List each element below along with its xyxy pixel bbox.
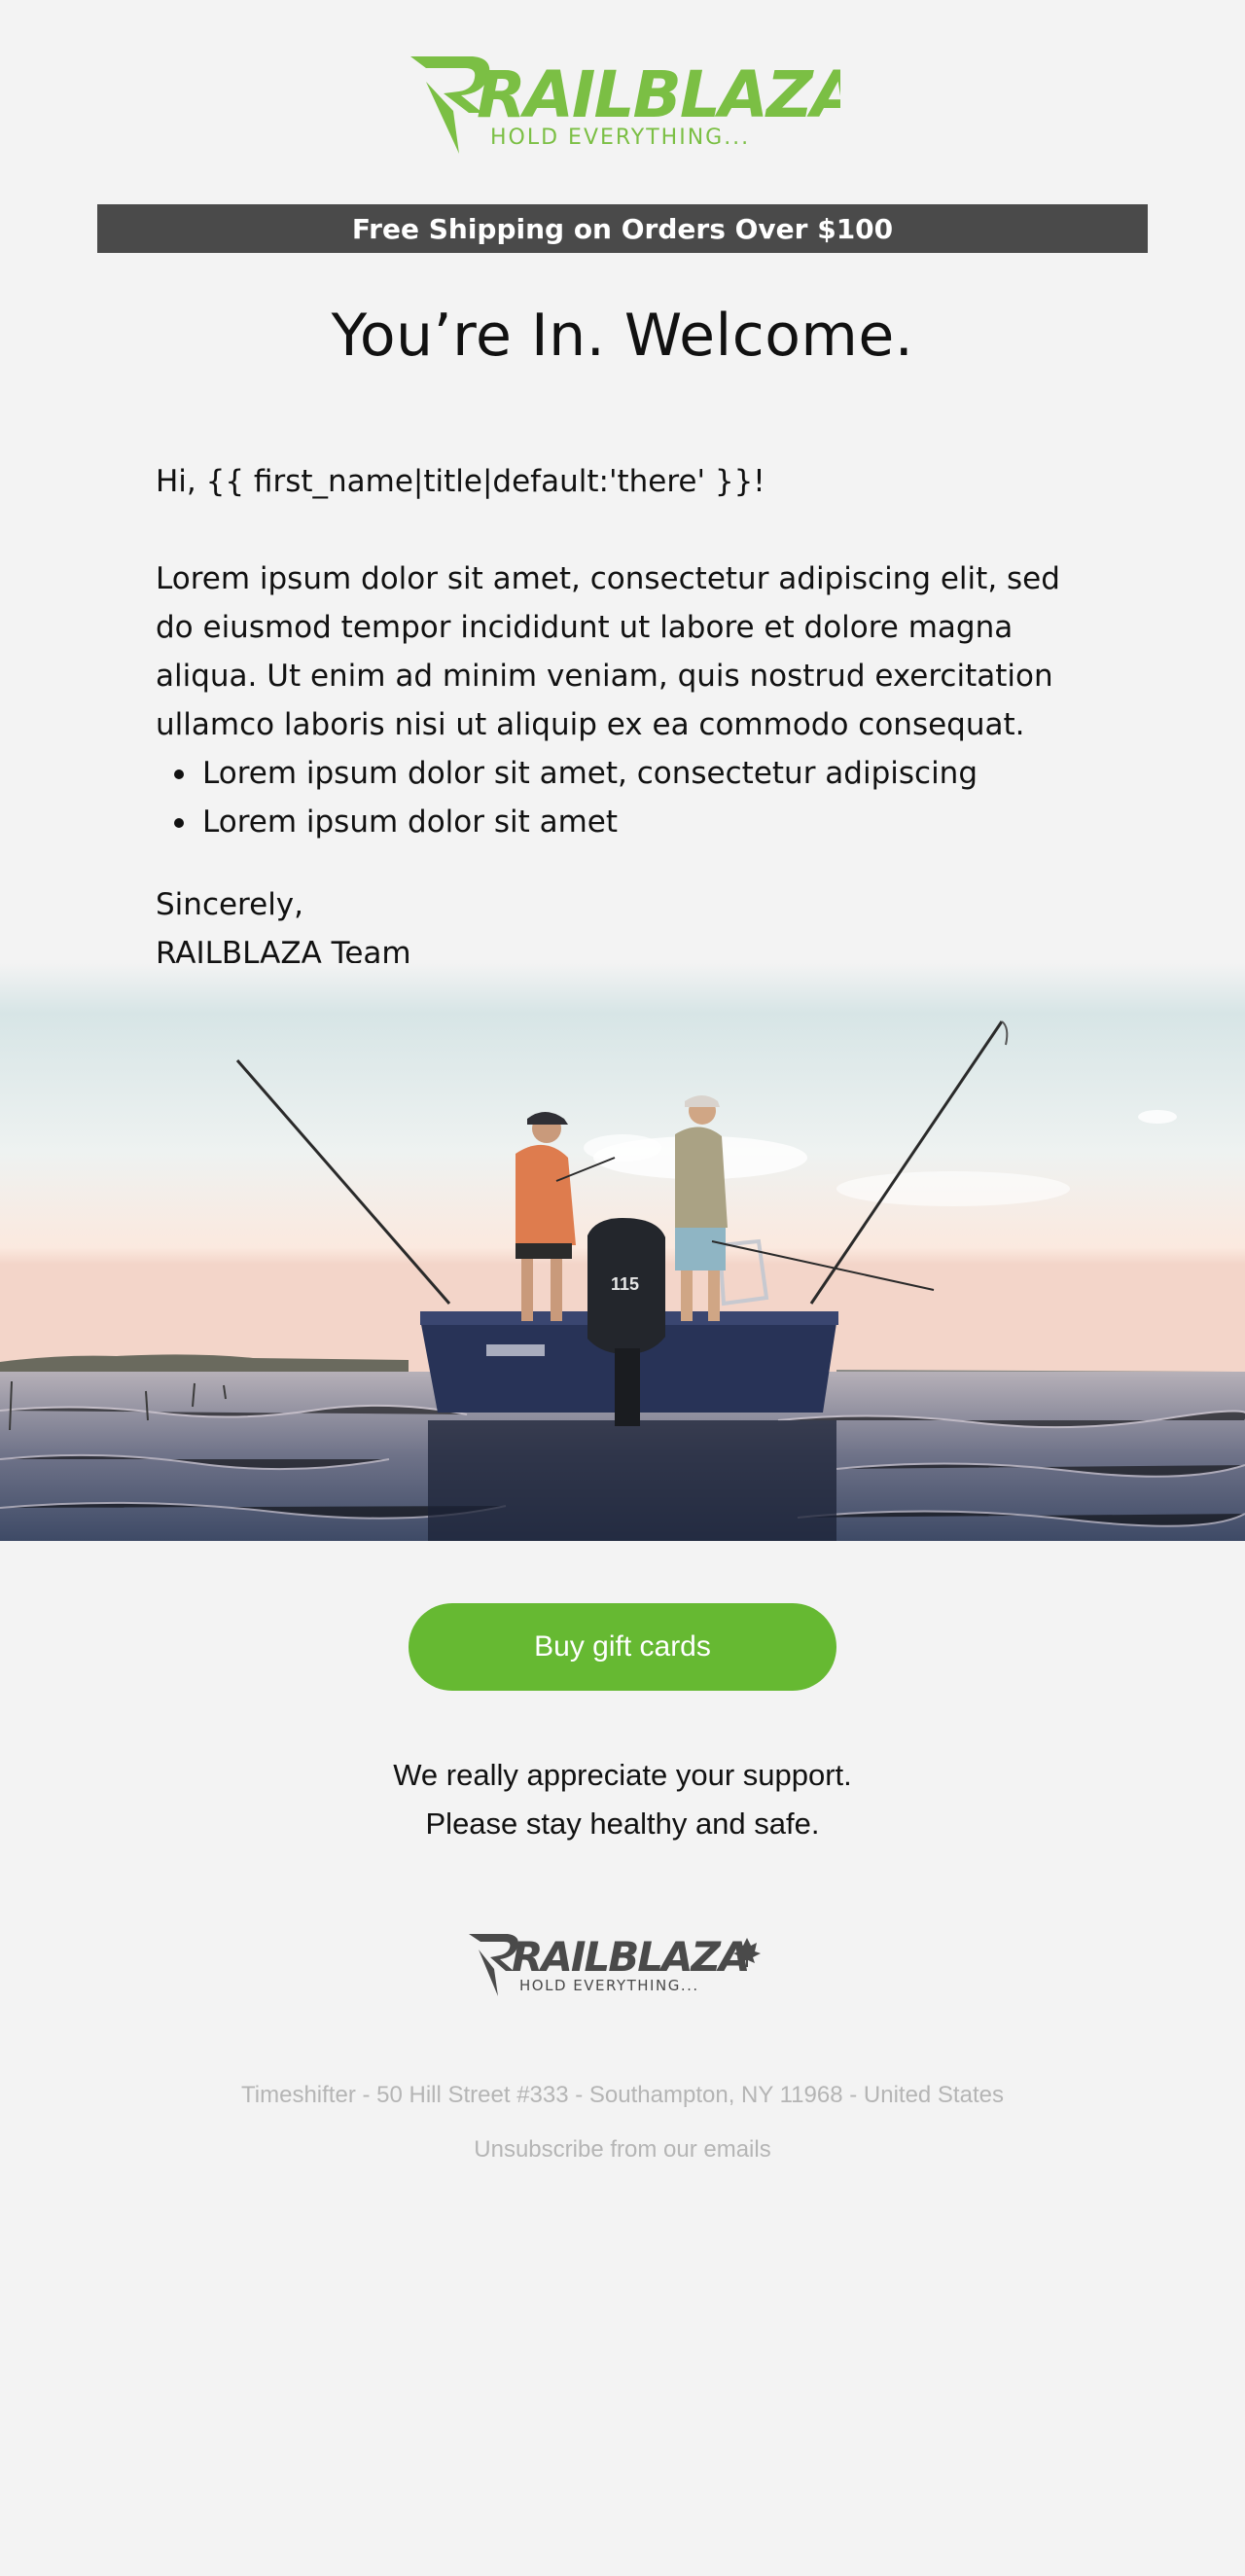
- intro-paragraph: Lorem ipsum dolor sit amet, consectetur …: [156, 561, 1060, 742]
- shipping-banner-text: Free Shipping on Orders Over $100: [351, 212, 894, 245]
- list-item: Lorem ipsum dolor sit amet, consectetur …: [156, 749, 1089, 798]
- signoff-line: Sincerely,: [156, 887, 304, 922]
- bullet-list: Lorem ipsum dolor sit amet, consectetur …: [156, 749, 1089, 846]
- support-line: Please stay healthy and safe.: [425, 1807, 820, 1841]
- list-item: Lorem ipsum dolor sit amet: [156, 798, 1089, 846]
- buy-gift-cards-button[interactable]: Buy gift cards: [409, 1603, 836, 1691]
- svg-text:RAILBLAZA: RAILBLAZA: [512, 1933, 748, 1981]
- svg-text:HOLD EVERYTHING...: HOLD EVERYTHING...: [490, 125, 750, 150]
- email-body: Hi, {{ first_name|title|default:'there' …: [156, 457, 1089, 978]
- railblaza-logo[interactable]: RAILBLAZA HOLD EVERYTHING...: [405, 49, 840, 169]
- support-message: We really appreciate your support. Pleas…: [0, 1751, 1245, 1848]
- unsubscribe-link[interactable]: Unsubscribe from our emails: [0, 2136, 1245, 2164]
- footer-logo[interactable]: RAILBLAZA HOLD EVERYTHING...: [465, 1928, 780, 2004]
- svg-text:115: 115: [611, 1274, 639, 1294]
- company-address: Timeshifter - 50 Hill Street #333 - Sout…: [241, 2082, 1004, 2108]
- railblaza-logo-graphic: RAILBLAZA HOLD EVERYTHING...: [410, 56, 840, 154]
- svg-text:RAILBLAZA: RAILBLAZA: [477, 57, 840, 132]
- support-line: We really appreciate your support.: [393, 1758, 852, 1792]
- greeting: Hi, {{ first_name|title|default:'there' …: [156, 464, 765, 499]
- hero-fishing-boat-image: 115: [0, 963, 1245, 1541]
- shipping-banner: Free Shipping on Orders Over $100: [97, 204, 1148, 253]
- page-title: You’re In. Welcome.: [331, 302, 914, 370]
- footer-logo-graphic: RAILBLAZA HOLD EVERYTHING...: [469, 1933, 761, 1996]
- svg-text:HOLD EVERYTHING...: HOLD EVERYTHING...: [519, 1977, 699, 1994]
